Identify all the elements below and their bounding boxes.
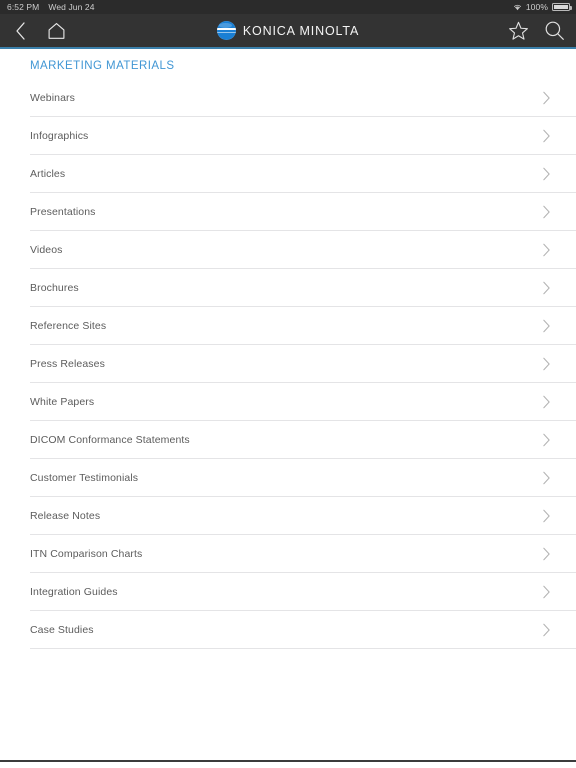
star-outline-icon: [508, 21, 528, 40]
chevron-right-icon: [543, 395, 550, 409]
list-item[interactable]: Brochures: [0, 269, 576, 307]
chevron-right-icon: [543, 205, 550, 219]
list-item[interactable]: Webinars: [0, 79, 576, 117]
status-bar-date: Wed Jun 24: [48, 2, 95, 12]
chevron-right-icon: [543, 547, 550, 561]
list-item[interactable]: DICOM Conformance Statements: [0, 421, 576, 459]
list-item[interactable]: ITN Comparison Charts: [0, 535, 576, 573]
list-item-label: Case Studies: [30, 623, 94, 636]
list-item-label: Customer Testimonials: [30, 471, 139, 484]
app-screen: 6:52 PM Wed Jun 24 100% KONICA MINOLTA M…: [0, 0, 576, 768]
list-item-label: Reference Sites: [30, 319, 107, 332]
status-bar: 6:52 PM Wed Jun 24 100%: [0, 0, 576, 14]
chevron-left-icon: [15, 21, 25, 40]
list-item-label: ITN Comparison Charts: [30, 547, 143, 560]
list-item[interactable]: Videos: [0, 231, 576, 269]
main-content: MARKETING MATERIALS Webinars Infographics…: [0, 49, 576, 760]
list-item-label: Press Releases: [30, 357, 105, 370]
page-title: MARKETING MATERIALS: [30, 60, 175, 72]
list-item[interactable]: White Papers: [0, 383, 576, 421]
chevron-right-icon: [543, 357, 550, 371]
list-item-label: Videos: [30, 243, 63, 256]
list-item[interactable]: Reference Sites: [0, 307, 576, 345]
bottom-spacer: [0, 762, 576, 768]
list-item[interactable]: Infographics: [0, 117, 576, 155]
search-icon: [545, 21, 564, 40]
status-bar-left: 6:52 PM Wed Jun 24: [0, 2, 95, 12]
nav-bar-left-group: [0, 14, 74, 47]
back-button[interactable]: [2, 14, 38, 47]
nav-bar-right-group: [500, 14, 576, 47]
list-item-label: Brochures: [30, 281, 79, 294]
chevron-right-icon: [543, 471, 550, 485]
list-item-label: Release Notes: [30, 509, 101, 522]
home-icon: [48, 22, 64, 39]
list-item-label: Integration Guides: [30, 585, 118, 598]
home-button[interactable]: [38, 14, 74, 47]
chevron-right-icon: [543, 585, 550, 599]
status-bar-right: 100%: [513, 2, 576, 12]
list-item-label: Webinars: [30, 91, 75, 104]
list-item[interactable]: Release Notes: [0, 497, 576, 535]
chevron-right-icon: [543, 167, 550, 181]
status-bar-time: 6:52 PM: [7, 2, 40, 12]
list-item[interactable]: Presentations: [0, 193, 576, 231]
favorite-button[interactable]: [500, 14, 536, 47]
chevron-right-icon: [543, 433, 550, 447]
chevron-right-icon: [543, 129, 550, 143]
search-button[interactable]: [536, 14, 572, 47]
chevron-right-icon: [543, 281, 550, 295]
list-item[interactable]: Press Releases: [0, 345, 576, 383]
list-item-label: Articles: [30, 167, 66, 180]
list-item-label: DICOM Conformance Statements: [30, 433, 190, 446]
list-item[interactable]: Articles: [0, 155, 576, 193]
list-item[interactable]: Case Studies: [0, 611, 576, 649]
chevron-right-icon: [543, 91, 550, 105]
list-item[interactable]: Integration Guides: [0, 573, 576, 611]
list-item[interactable]: Customer Testimonials: [0, 459, 576, 497]
chevron-right-icon: [543, 319, 550, 333]
battery-full-icon: [552, 3, 572, 11]
wifi-icon: [513, 4, 521, 11]
list-item-label: Infographics: [30, 129, 89, 142]
chevron-right-icon: [543, 509, 550, 523]
marketing-materials-list: Webinars Infographics Articles Presentation…: [0, 79, 576, 649]
nav-bar: [0, 14, 576, 47]
list-item-label: Presentations: [30, 205, 96, 218]
chevron-right-icon: [543, 623, 550, 637]
list-item-label: White Papers: [30, 395, 95, 408]
battery-percent-label: 100%: [525, 2, 548, 12]
chevron-right-icon: [543, 243, 550, 257]
